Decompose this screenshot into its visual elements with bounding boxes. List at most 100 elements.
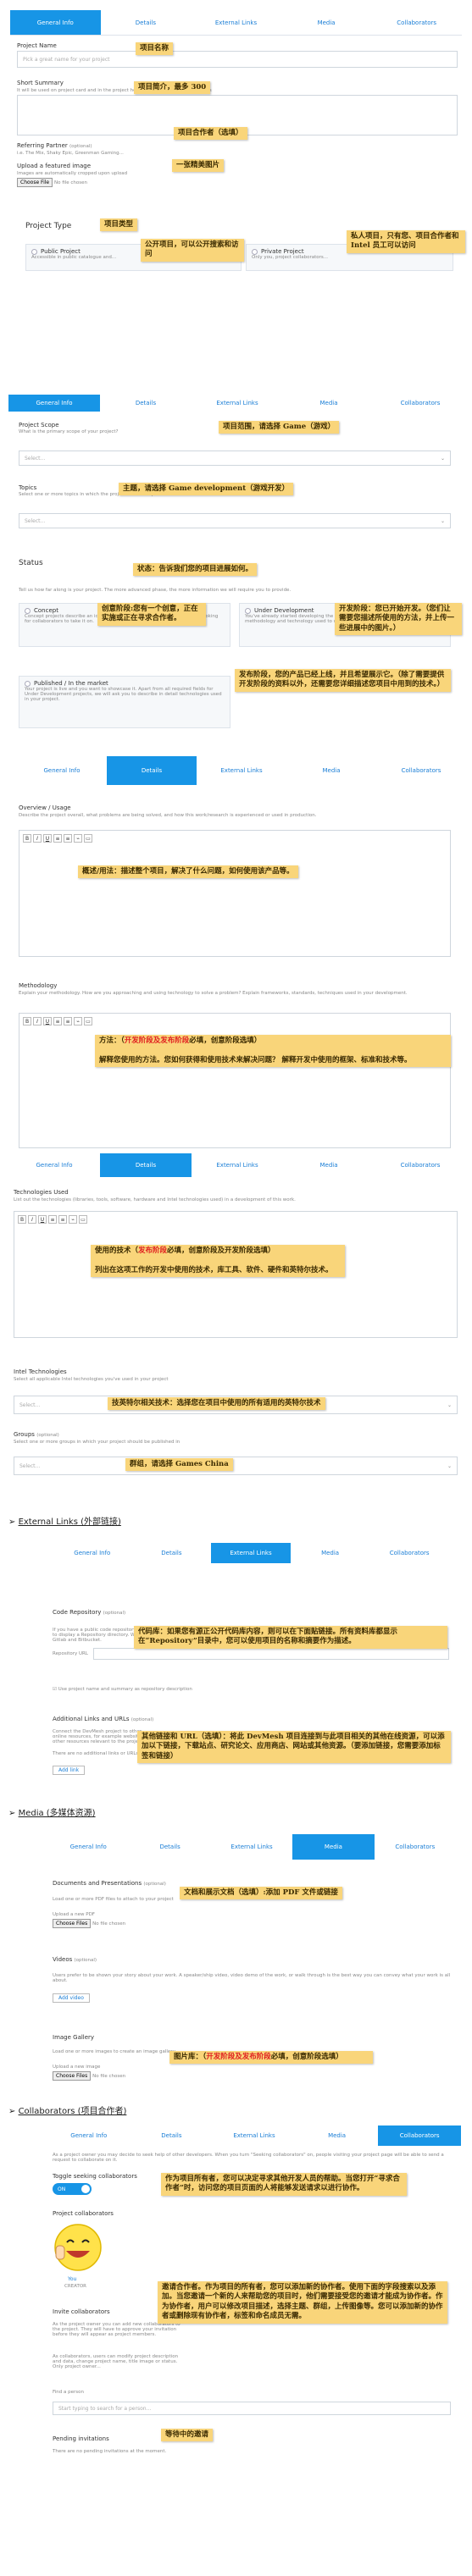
tab-general-info[interactable]: General Info <box>47 2125 130 2146</box>
bold-button[interactable]: B <box>23 834 31 843</box>
pdf-upload[interactable]: Choose Files No file chosen <box>53 1919 125 1928</box>
note-partner: 项目合作者（选填） <box>174 127 247 141</box>
bold-button[interactable]: B <box>23 1017 31 1025</box>
tab-details[interactable]: Details <box>100 1153 192 1177</box>
repo-url-input[interactable] <box>93 1648 449 1660</box>
published-radio[interactable] <box>25 680 31 687</box>
tab-external-links[interactable]: External Links <box>211 1543 291 1563</box>
topics-select[interactable]: Select... ⌄ <box>19 513 451 528</box>
repo-desc-checkbox[interactable]: ☑ Use project name and summary as reposi… <box>53 1687 192 1692</box>
tab-general-info[interactable]: General Info <box>8 395 100 412</box>
list-number-icon[interactable]: ≡ <box>64 834 72 843</box>
overview-label: Overview / Usage <box>19 804 71 811</box>
find-person-input[interactable]: Start typing to search for a person... <box>53 2402 451 2415</box>
tab-external-links[interactable]: External Links <box>192 1153 283 1177</box>
concept-radio[interactable] <box>25 607 31 614</box>
note-gallery: 图片库：（开发阶段及发布阶段必填，创意阶段选填） <box>169 2051 373 2065</box>
referring-partner-input[interactable]: i.e. The Mix, Shaky Epic, Greenman Gamin… <box>17 151 124 156</box>
link-icon[interactable]: ⌁ <box>74 834 82 843</box>
videos-hint: Users prefer to be shown your story abou… <box>53 1973 451 1983</box>
tab-media[interactable]: Media <box>281 10 372 35</box>
tab-collaborators[interactable]: Collaborators <box>369 1543 449 1563</box>
image-upload[interactable]: Choose Files No file chosen <box>53 2071 125 2081</box>
image-icon[interactable]: ▭ <box>79 1215 87 1224</box>
tab-external-links[interactable]: External Links <box>213 2125 296 2146</box>
choose-files-button[interactable]: Choose Files <box>53 2071 92 2081</box>
overview-editor[interactable]: B I U ≡ ≡ ⌁ ▭ <box>19 830 451 957</box>
groups-select[interactable]: Select... ⌄ <box>14 1457 458 1475</box>
documents-hint: Load one or more PDF files to attach to … <box>53 1897 174 1902</box>
list-number-icon[interactable]: ≡ <box>64 1017 72 1025</box>
tab-general-info[interactable]: General Info <box>53 1543 132 1563</box>
tab-external-links[interactable]: External Links <box>211 1834 292 1860</box>
italic-button[interactable]: I <box>33 1017 42 1025</box>
tab-collaborators[interactable]: Collaborators <box>371 10 462 35</box>
tab-media[interactable]: Media <box>283 395 375 412</box>
tab-collaborators[interactable]: Collaborators <box>375 1834 456 1860</box>
underline-button[interactable]: U <box>43 834 52 843</box>
tab-details[interactable]: Details <box>100 395 192 412</box>
tab-collaborators[interactable]: Collaborators <box>375 395 466 412</box>
link-icon[interactable]: ⌁ <box>69 1215 77 1224</box>
tab-general-info[interactable]: General Info <box>8 1153 100 1177</box>
status-published-option[interactable]: Published / In the market Your project i… <box>19 676 230 728</box>
underline-button[interactable]: U <box>38 1215 47 1224</box>
italic-button[interactable]: I <box>33 834 42 843</box>
underline-button[interactable]: U <box>43 1017 52 1025</box>
topics-label: Topics <box>19 484 37 491</box>
image-icon[interactable]: ▭ <box>84 1017 92 1025</box>
tab-collaborators[interactable]: Collaborators <box>378 2125 461 2146</box>
methodology-editor[interactable]: B I U ≡ ≡ ⌁ ▭ <box>19 1013 451 1148</box>
tab-media[interactable]: Media <box>291 1543 370 1563</box>
tab-general-info[interactable]: General Info <box>47 1834 129 1860</box>
tab-collaborators[interactable]: Collaborators <box>376 756 466 785</box>
tab-collaborators[interactable]: Collaborators <box>375 1153 466 1177</box>
note-published: 发布阶段，您的产品已经上线，并且希望展示它。（除了需要提供开发阶段的资料以外，还… <box>235 669 451 692</box>
seeking-collaborators-toggle[interactable]: ON <box>53 2183 92 2195</box>
tab-details[interactable]: Details <box>101 10 192 35</box>
project-scope-select[interactable]: Select... ⌄ <box>19 451 451 466</box>
note-code-repo: 代码库：如果您有源正公开代码库内容，则可以在下面贴链接。所有资料库都显示在“Re… <box>134 1626 447 1649</box>
tab-general-info[interactable]: General Info <box>10 10 101 35</box>
collab-intro: As a project owner you may decide to see… <box>53 2153 444 2163</box>
public-radio[interactable] <box>31 248 37 255</box>
tab-bar-7: General Info Details External Links Medi… <box>47 2125 461 2146</box>
tab-details[interactable]: Details <box>130 2125 214 2146</box>
status-label: Status <box>19 559 43 567</box>
list-bullet-icon[interactable]: ≡ <box>53 1017 62 1025</box>
add-link-button[interactable]: Add link <box>53 1766 86 1775</box>
tab-details[interactable]: Details <box>129 1834 210 1860</box>
code-repo-label: Code Repository (optional) <box>53 1609 126 1616</box>
overview-hint: Describe the project overall, what probl… <box>19 813 317 818</box>
add-video-button[interactable]: Add video <box>53 1993 90 2003</box>
note-status: 状态：告诉我们您的项目进展如何。 <box>133 563 258 577</box>
tab-external-links[interactable]: External Links <box>197 756 286 785</box>
bold-button[interactable]: B <box>18 1215 26 1224</box>
list-bullet-icon[interactable]: ≡ <box>53 834 62 843</box>
choose-file-button[interactable]: Choose File <box>17 178 53 187</box>
additional-links-label: Additional Links and URLs (optional) <box>53 1716 154 1722</box>
tab-details[interactable]: Details <box>107 756 197 785</box>
tab-bar-3: General Info Details External Links Medi… <box>17 756 466 785</box>
tab-external-links[interactable]: External Links <box>191 10 281 35</box>
list-bullet-icon[interactable]: ≡ <box>48 1215 57 1224</box>
link-icon[interactable]: ⌁ <box>74 1017 82 1025</box>
italic-button[interactable]: I <box>28 1215 36 1224</box>
image-icon[interactable]: ▭ <box>84 834 92 843</box>
intel-tech-hint: Select all applicable Intel technologies… <box>14 1377 169 1382</box>
tab-media[interactable]: Media <box>283 1153 375 1177</box>
choose-files-button[interactable]: Choose Files <box>53 1919 92 1928</box>
tab-media[interactable]: Media <box>286 756 376 785</box>
avatar[interactable] <box>53 2222 103 2273</box>
tab-media[interactable]: Media <box>292 1834 375 1860</box>
list-number-icon[interactable]: ≡ <box>58 1215 67 1224</box>
tab-details[interactable]: Details <box>132 1543 212 1563</box>
project-name-input[interactable]: Pick a great name for your project <box>17 51 458 68</box>
private-radio[interactable] <box>252 248 258 255</box>
featured-image-upload[interactable]: Choose File No file chosen <box>17 178 87 187</box>
tab-bar-4: General Info Details External Links Medi… <box>8 1153 466 1177</box>
tab-general-info[interactable]: General Info <box>17 756 107 785</box>
tab-external-links[interactable]: External Links <box>192 395 283 412</box>
tab-media[interactable]: Media <box>296 2125 379 2146</box>
underdev-radio[interactable] <box>245 607 251 614</box>
